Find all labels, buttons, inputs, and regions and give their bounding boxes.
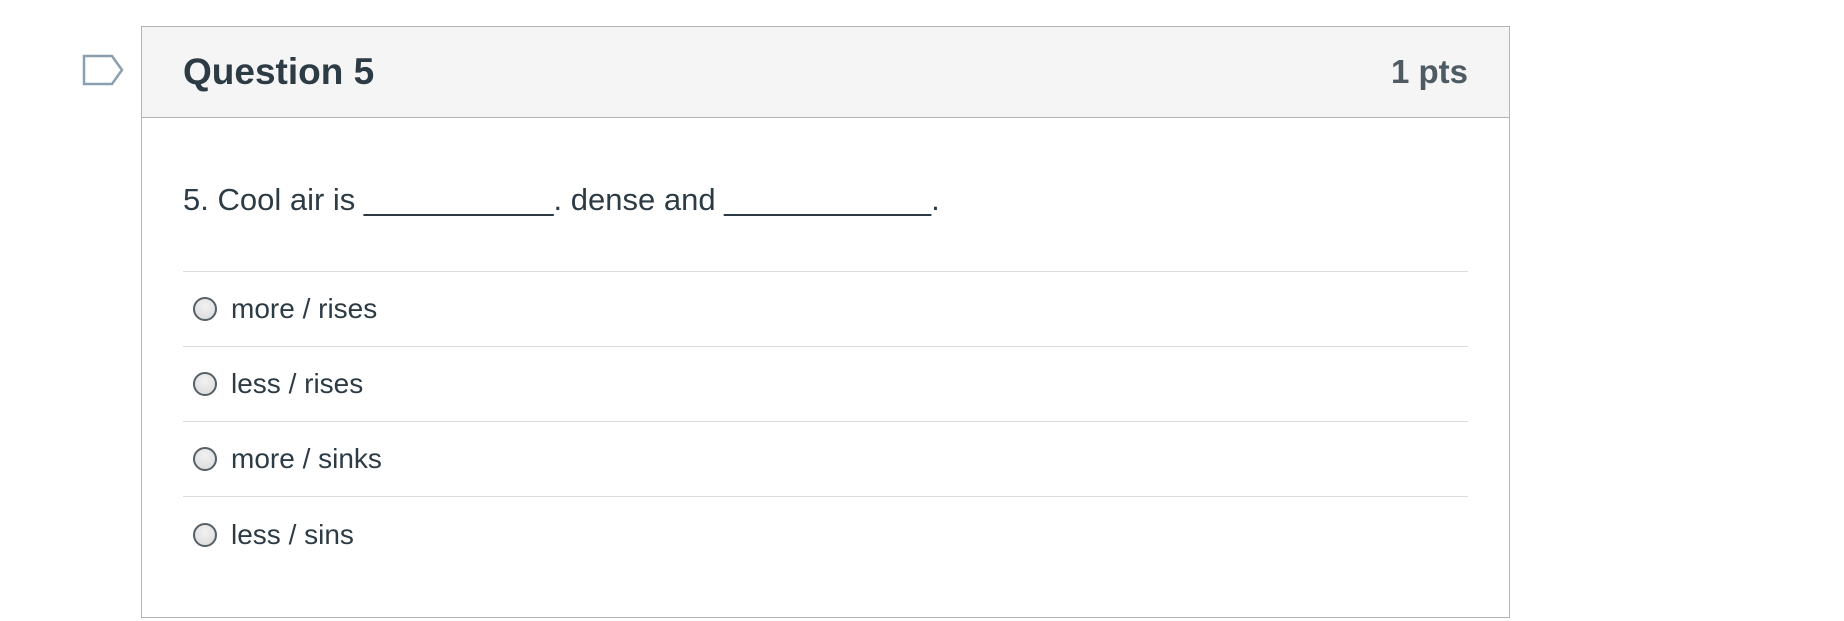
- question-text: 5. Cool air is ___________. dense and __…: [183, 182, 940, 217]
- answer-label[interactable]: less / rises: [231, 368, 363, 400]
- answer-label[interactable]: more / rises: [231, 293, 377, 325]
- radio-unselected-icon[interactable]: [193, 372, 217, 396]
- question-points: 1 pts: [1390, 53, 1468, 90]
- question-title: Question 5: [183, 51, 375, 92]
- question-card: Question 5 1 pts 5. Cool air is ________…: [141, 26, 1510, 618]
- radio-unselected-icon[interactable]: [193, 297, 217, 321]
- question-header: Question 5 1 pts: [142, 27, 1509, 118]
- answer-option[interactable]: more / rises: [183, 272, 1468, 347]
- answer-list: more / rises less / rises more / sinks l…: [183, 271, 1468, 572]
- answer-option[interactable]: more / sinks: [183, 422, 1468, 497]
- question-body: 5. Cool air is ___________. dense and __…: [142, 180, 1509, 572]
- flag-question-icon[interactable]: [82, 54, 124, 86]
- answer-option[interactable]: less / sins: [183, 497, 1468, 572]
- answer-label[interactable]: more / sinks: [231, 443, 382, 475]
- answer-label[interactable]: less / sins: [231, 519, 354, 551]
- radio-unselected-icon[interactable]: [193, 447, 217, 471]
- radio-unselected-icon[interactable]: [193, 522, 217, 547]
- answer-option[interactable]: less / rises: [183, 347, 1468, 422]
